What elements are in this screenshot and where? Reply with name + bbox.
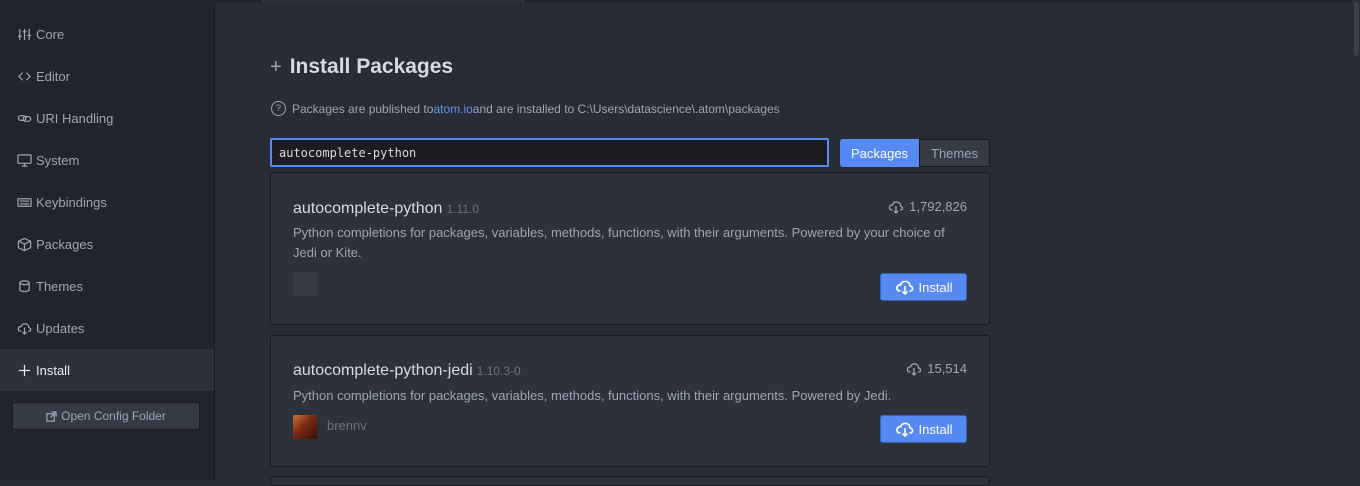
- download-count: 1,792,826: [888, 199, 967, 214]
- package-search-input[interactable]: [270, 138, 829, 167]
- scrollbar-thumb[interactable]: [1354, 2, 1359, 56]
- config-button-label: Open Config Folder: [61, 409, 166, 423]
- keyboard-icon: [16, 194, 32, 210]
- package-name[interactable]: autocomplete-python: [293, 200, 442, 217]
- package-description: Python completions for packages, variabl…: [293, 388, 892, 403]
- question-icon: ?: [271, 101, 286, 116]
- sidebar-item-label: Updates: [36, 320, 85, 336]
- install-location-note: ? Packages are published to atom.io and …: [271, 101, 780, 116]
- download-count: 15,514: [906, 361, 967, 376]
- package-icon: [16, 236, 32, 252]
- install-button-label: Install: [918, 279, 953, 295]
- install-button[interactable]: Install: [880, 415, 967, 443]
- sidebar-item-label: URI Handling: [36, 110, 114, 126]
- link-icon: [16, 110, 32, 126]
- note-prefix: Packages are published to: [292, 101, 434, 116]
- download-count-value: 1,792,826: [909, 199, 967, 214]
- package-name-row: autocomplete-python 1.11.0: [293, 200, 479, 218]
- install-packages-heading: + Install Packages: [270, 55, 453, 79]
- vertical-scrollbar[interactable]: [1352, 0, 1360, 480]
- sidebar-item-themes[interactable]: Themes: [0, 265, 214, 307]
- sidebar-item-label: Themes: [36, 278, 83, 294]
- note-suffix: and are installed to C:\Users\datascienc…: [472, 101, 780, 116]
- cloud-download-icon: [895, 280, 913, 295]
- package-card: [270, 476, 990, 486]
- package-version: 1.10.3-0: [476, 364, 521, 378]
- code-icon: [16, 68, 32, 84]
- sidebar-item-label: Editor: [36, 68, 70, 84]
- sidebar-item-label: System: [36, 152, 80, 168]
- package-author[interactable]: brennv: [327, 418, 367, 433]
- package-card: autocomplete-python-jedi 1.10.3-0 15,514 …: [270, 335, 990, 467]
- install-button[interactable]: Install: [880, 273, 967, 301]
- paintcan-icon: [16, 278, 32, 294]
- sidebar-item-install[interactable]: Install: [0, 349, 214, 391]
- monitor-icon: [16, 152, 32, 168]
- package-name-row: autocomplete-python-jedi 1.10.3-0: [293, 362, 521, 380]
- sidebar-item-keybindings[interactable]: Keybindings: [0, 181, 214, 223]
- sidebar-item-system[interactable]: System: [0, 139, 214, 181]
- cloud-download-icon: [895, 422, 913, 437]
- plus-icon: [16, 362, 32, 378]
- sidebar-item-label: Keybindings: [36, 194, 107, 210]
- sidebar-item-label: Packages: [36, 236, 94, 252]
- external-link-icon: [46, 410, 57, 422]
- cloud-download-icon: [16, 320, 32, 336]
- sidebar-item-updates[interactable]: Updates: [0, 307, 214, 349]
- cloud-download-icon: [888, 200, 904, 214]
- install-button-label: Install: [918, 421, 953, 437]
- sidebar-item-core[interactable]: Core: [0, 13, 214, 55]
- package-description: Python completions for packages, variabl…: [293, 225, 945, 260]
- sliders-icon: [16, 26, 32, 42]
- sidebar-item-uri-handling[interactable]: URI Handling: [0, 97, 214, 139]
- sidebar-item-label: Install: [36, 362, 70, 378]
- avatar[interactable]: [293, 272, 317, 296]
- cloud-download-icon: [907, 362, 922, 376]
- sidebar-item-label: Core: [36, 26, 65, 42]
- open-config-folder-button[interactable]: Open Config Folder: [12, 402, 200, 430]
- sidebar-item-packages[interactable]: Packages: [0, 223, 214, 265]
- download-count-value: 15,514: [927, 361, 967, 376]
- package-name[interactable]: autocomplete-python-jedi: [293, 362, 473, 379]
- plus-icon: +: [270, 56, 282, 78]
- atom-io-link[interactable]: atom.io: [433, 102, 472, 116]
- package-version: 1.11.0: [446, 202, 479, 216]
- packages-toggle-button[interactable]: Packages: [840, 139, 919, 167]
- themes-toggle-button[interactable]: Themes: [919, 139, 990, 167]
- avatar[interactable]: [293, 415, 317, 439]
- package-card: autocomplete-python 1.11.0 1,792,826 Pyth…: [270, 172, 990, 325]
- page-title: Install Packages: [289, 55, 454, 78]
- sidebar-item-editor[interactable]: Editor: [0, 55, 214, 97]
